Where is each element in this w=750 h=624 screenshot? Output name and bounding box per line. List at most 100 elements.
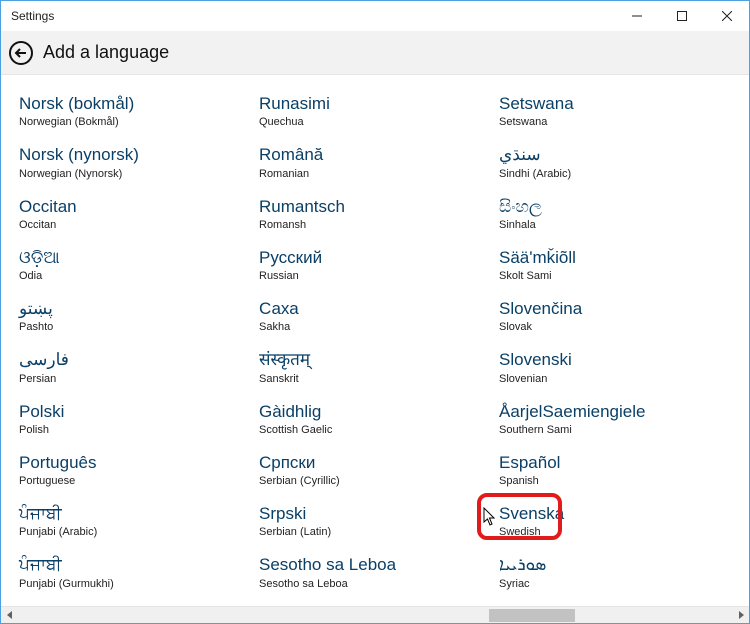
language-english-name: Sakha bbox=[259, 321, 491, 333]
language-item[interactable]: ਪੰਜਾਬੀ Punjabi (Arabic) bbox=[19, 503, 259, 538]
language-native-name: संस्कृतम् bbox=[259, 349, 491, 370]
scroll-left-button[interactable] bbox=[1, 607, 18, 624]
language-english-name: Sindhi (Arabic) bbox=[499, 168, 731, 180]
language-native-name: سنڌي bbox=[499, 144, 731, 165]
language-native-name: Português bbox=[19, 452, 251, 473]
chevron-right-icon bbox=[737, 611, 745, 619]
language-english-name: Persian bbox=[19, 373, 251, 385]
language-english-name: Punjabi (Gurmukhi) bbox=[19, 578, 251, 590]
language-item[interactable]: Norsk (nynorsk) Norwegian (Nynorsk) bbox=[19, 144, 259, 179]
language-item[interactable]: Sääʹmǩiõll Skolt Sami bbox=[499, 247, 739, 282]
language-english-name: Scottish Gaelic bbox=[259, 424, 491, 436]
scroll-right-button[interactable] bbox=[732, 607, 749, 624]
language-item[interactable]: සිංහල Sinhala bbox=[499, 196, 739, 231]
language-item[interactable]: سنڌي Sindhi (Arabic) bbox=[499, 144, 739, 179]
language-english-name: Romanian bbox=[259, 168, 491, 180]
language-item[interactable]: RumantschRomansh bbox=[259, 196, 499, 231]
scrollbar-thumb[interactable] bbox=[489, 609, 575, 622]
page-title: Add a language bbox=[43, 42, 169, 63]
language-native-name: ਪੰਜਾਬੀ bbox=[19, 503, 251, 524]
language-native-name: Runasimi bbox=[259, 93, 491, 114]
language-item[interactable]: SvenskaSwedish bbox=[499, 503, 739, 538]
language-native-name: ÅarjelSaemiengiele bbox=[499, 401, 731, 422]
language-item[interactable]: Саха Sakha bbox=[259, 298, 499, 333]
language-native-name: Slovenčina bbox=[499, 298, 731, 319]
language-native-name: Srpski bbox=[259, 503, 491, 524]
language-item[interactable]: Русский Russian bbox=[259, 247, 499, 282]
language-item[interactable]: ÅarjelSaemiengiele Southern Sami bbox=[499, 401, 739, 436]
language-english-name: Syriac bbox=[499, 578, 731, 590]
language-english-name: Slovak bbox=[499, 321, 731, 333]
language-english-name: Occitan bbox=[19, 219, 251, 231]
language-item[interactable]: ଓଡ଼ିଆOdia bbox=[19, 247, 259, 282]
maximize-button[interactable] bbox=[659, 1, 704, 31]
language-column: Norsk (bokmål) Norwegian (Bokmål) Norsk (n… bbox=[19, 93, 259, 606]
language-item[interactable]: SlovenskiSlovenian bbox=[499, 349, 739, 384]
language-native-name: Gàidhlig bbox=[259, 401, 491, 422]
language-native-name: Svenska bbox=[499, 503, 731, 524]
back-arrow-icon bbox=[14, 46, 28, 60]
close-button[interactable] bbox=[704, 1, 749, 31]
language-column: Runasimi Quechua Română Romanian RumantschRo… bbox=[259, 93, 499, 606]
language-native-name: Norsk (nynorsk) bbox=[19, 144, 251, 165]
language-native-name: ଓଡ଼ିଆ bbox=[19, 247, 251, 268]
close-icon bbox=[722, 11, 732, 21]
language-columns: Norsk (bokmål) Norwegian (Bokmål) Norsk (n… bbox=[19, 93, 739, 606]
language-item[interactable]: Runasimi Quechua bbox=[259, 93, 499, 128]
language-item[interactable]: PolskiPolish bbox=[19, 401, 259, 436]
minimize-button[interactable] bbox=[614, 1, 659, 31]
scrollbar-track[interactable] bbox=[18, 607, 732, 624]
language-item[interactable]: پښتوPashto bbox=[19, 298, 259, 333]
language-native-name: Српски bbox=[259, 452, 491, 473]
back-button[interactable] bbox=[9, 41, 33, 65]
language-english-name: Quechua bbox=[259, 116, 491, 128]
language-column: SetswanaSetswana سنڌي Sindhi (Arabic) සිංහල… bbox=[499, 93, 739, 606]
language-list-viewport: Norsk (bokmål) Norwegian (Bokmål) Norsk (n… bbox=[1, 75, 749, 606]
titlebar: Settings bbox=[1, 1, 749, 31]
language-item[interactable]: संस्कृतम् Sanskrit bbox=[259, 349, 499, 384]
language-item[interactable]: OccitanOccitan bbox=[19, 196, 259, 231]
language-item[interactable]: Slovenčina Slovak bbox=[499, 298, 739, 333]
language-native-name: Русский bbox=[259, 247, 491, 268]
language-native-name: فارسى bbox=[19, 349, 251, 370]
language-native-name: සිංහල bbox=[499, 196, 731, 217]
language-item[interactable]: ਪੰਜਾਬੀ Punjabi (Gurmukhi) bbox=[19, 554, 259, 589]
language-english-name: Southern Sami bbox=[499, 424, 731, 436]
language-item[interactable]: فارسى Persian bbox=[19, 349, 259, 384]
language-english-name: Spanish bbox=[499, 475, 731, 487]
language-item[interactable]: ܣܘܪܝܝܐ Syriac bbox=[499, 554, 739, 589]
language-item[interactable]: SetswanaSetswana bbox=[499, 93, 739, 128]
language-english-name: Norwegian (Bokmål) bbox=[19, 116, 251, 128]
language-native-name: ܣܘܪܝܝܐ bbox=[499, 554, 731, 575]
language-item[interactable]: Sesotho sa LeboaSesotho sa Leboa bbox=[259, 554, 499, 589]
language-english-name: Romansh bbox=[259, 219, 491, 231]
settings-window: Settings Add a language Norsk (bokmål)No… bbox=[0, 0, 750, 624]
language-item[interactable]: SrpskiSerbian (Latin) bbox=[259, 503, 499, 538]
language-english-name: Sinhala bbox=[499, 219, 731, 231]
language-english-name: Setswana bbox=[499, 116, 731, 128]
language-native-name: Slovenski bbox=[499, 349, 731, 370]
language-item[interactable]: Norsk (bokmål) Norwegian (Bokmål) bbox=[19, 93, 259, 128]
language-english-name: Pashto bbox=[19, 321, 251, 333]
horizontal-scrollbar[interactable] bbox=[1, 606, 749, 623]
language-native-name: ਪੰਜਾਬੀ bbox=[19, 554, 251, 575]
language-item[interactable]: PortuguêsPortuguese bbox=[19, 452, 259, 487]
language-english-name: Punjabi (Arabic) bbox=[19, 526, 251, 538]
chevron-left-icon bbox=[6, 611, 14, 619]
language-english-name: Russian bbox=[259, 270, 491, 282]
language-native-name: Sääʹmǩiõll bbox=[499, 247, 731, 268]
language-item[interactable]: СрпскиSerbian (Cyrillic) bbox=[259, 452, 499, 487]
language-item[interactable]: Română Romanian bbox=[259, 144, 499, 179]
language-english-name: Skolt Sami bbox=[499, 270, 731, 282]
language-item[interactable]: Gàidhlig Scottish Gaelic bbox=[259, 401, 499, 436]
language-english-name: Sanskrit bbox=[259, 373, 491, 385]
language-item[interactable]: Español Spanish bbox=[499, 452, 739, 487]
language-english-name: Polish bbox=[19, 424, 251, 436]
language-native-name: Română bbox=[259, 144, 491, 165]
language-native-name: Norsk (bokmål) bbox=[19, 93, 251, 114]
language-english-name: Norwegian (Nynorsk) bbox=[19, 168, 251, 180]
language-english-name: Sesotho sa Leboa bbox=[259, 578, 491, 590]
language-native-name: Саха bbox=[259, 298, 491, 319]
language-native-name: Español bbox=[499, 452, 731, 473]
window-title: Settings bbox=[1, 9, 54, 23]
